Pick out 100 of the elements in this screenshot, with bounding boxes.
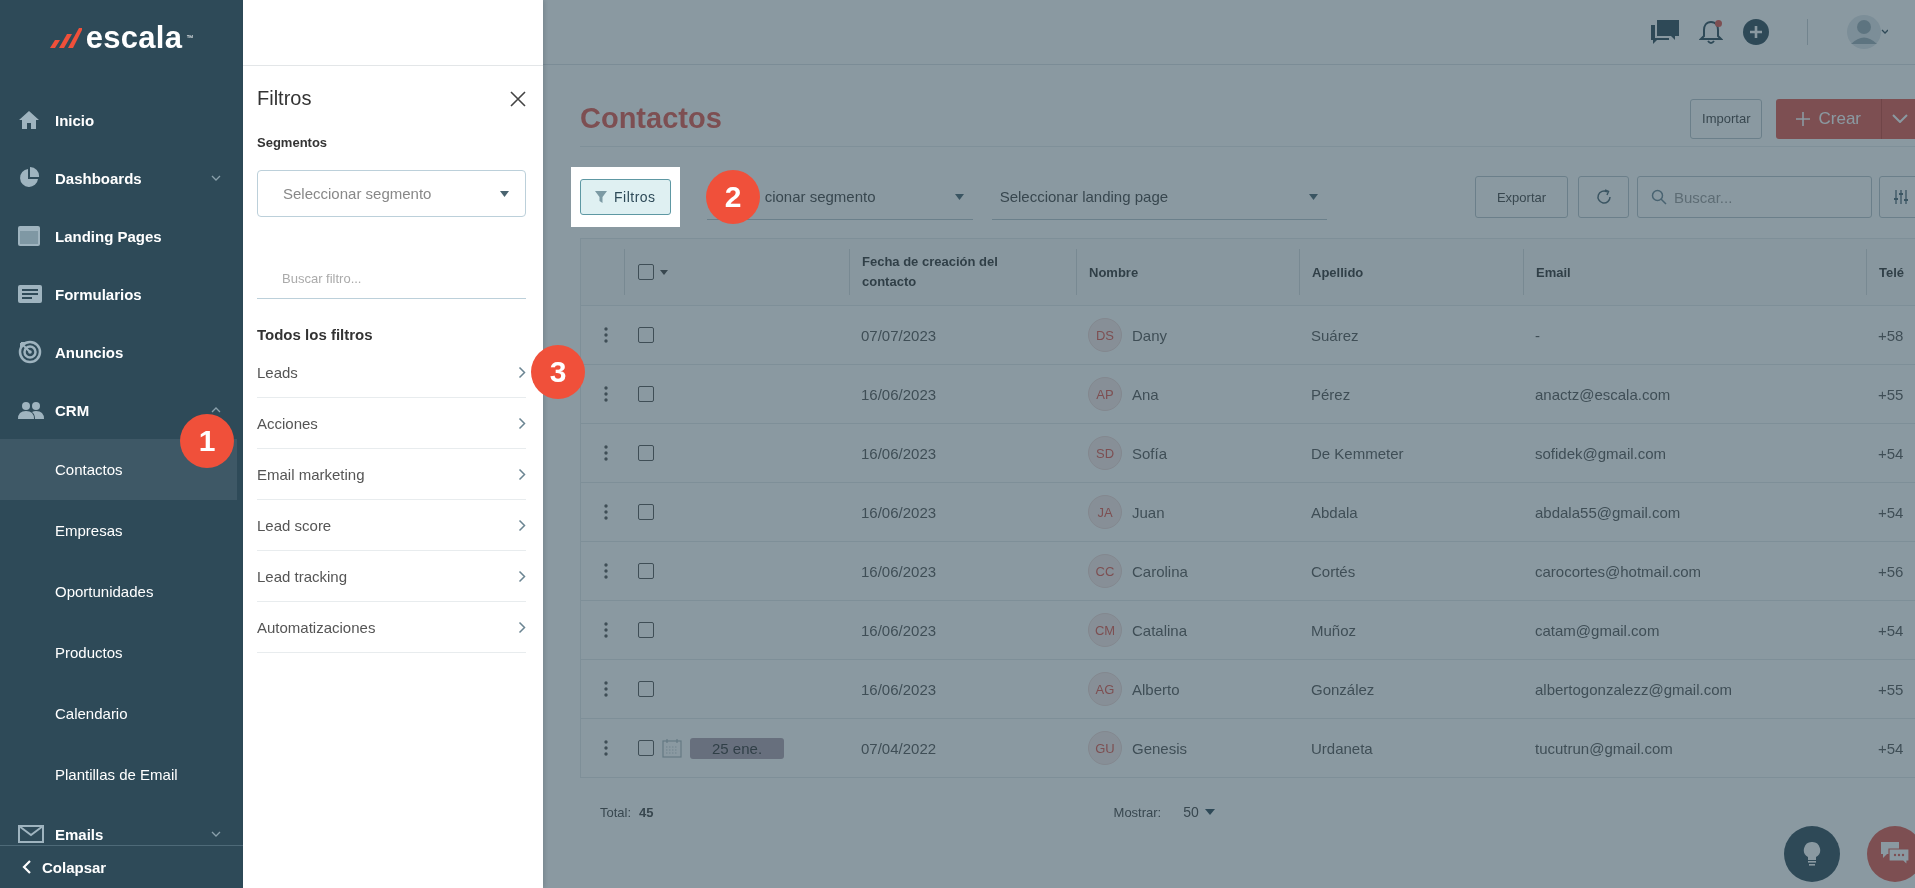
filter-category[interactable]: Lead score (257, 500, 526, 551)
bell-icon[interactable] (1699, 19, 1723, 45)
caret-down-icon (1204, 809, 1215, 815)
target-icon (18, 340, 42, 364)
lightbulb-icon (1803, 842, 1821, 866)
chat-icon[interactable] (1651, 20, 1679, 44)
more-options-icon[interactable] (604, 622, 608, 638)
table-cell: catam@gmail.com (1535, 621, 1660, 639)
row-checkbox[interactable] (638, 445, 654, 461)
caret-down-icon (211, 831, 221, 837)
table-cell: Genesis (1132, 739, 1188, 757)
table-cell: Suárez (1311, 326, 1359, 344)
nav-subitem[interactable]: Contactos (55, 461, 123, 478)
table-cell: 16/06/2023 (861, 621, 937, 639)
table-cell: +54 (1878, 503, 1904, 521)
table-cell: Cortés (1311, 562, 1356, 580)
add-icon[interactable] (1743, 19, 1769, 45)
people-icon (18, 401, 44, 419)
close-icon[interactable] (510, 90, 526, 107)
chevron-right-icon (518, 467, 526, 481)
nav-item[interactable]: Landing Pages (0, 207, 243, 265)
table-cell: 07/07/2023 (861, 326, 937, 344)
table-cell: abdala55@gmail.com (1535, 503, 1681, 521)
more-options-icon[interactable] (604, 504, 608, 520)
row-checkbox[interactable] (638, 386, 654, 402)
initials-avatar: AP (1088, 377, 1122, 411)
column-header[interactable]: Nombre (1089, 264, 1139, 280)
avatar-icon[interactable] (1846, 13, 1888, 51)
row-checkbox[interactable] (638, 681, 654, 697)
total-label: Total: (600, 804, 632, 820)
row-checkbox[interactable] (638, 563, 654, 579)
more-options-icon[interactable] (604, 563, 608, 579)
table-cell: Dany (1132, 326, 1168, 344)
table-cell: albertogonzalezz@gmail.com (1535, 680, 1732, 698)
nav-subitem[interactable]: Empresas (55, 522, 123, 539)
initials-avatar: SD (1088, 436, 1122, 470)
filter-category[interactable]: Acciones (257, 398, 526, 449)
nav-subitem[interactable]: Productos (55, 644, 123, 661)
initials-avatar: CC (1088, 554, 1122, 588)
refresh-button[interactable] (1578, 176, 1629, 218)
table-cell: Urdaneta (1311, 739, 1373, 757)
plus-icon (1796, 111, 1811, 126)
nav-item[interactable]: Dashboards (0, 149, 243, 207)
column-settings-button[interactable] (1879, 176, 1915, 218)
segment-dropdown[interactable]: Seleccionar segmento (257, 170, 526, 217)
column-header[interactable]: Fecha de creación del contacto (862, 252, 1027, 292)
column-header[interactable]: Telé (1879, 264, 1905, 280)
create-menu-button[interactable] (1881, 98, 1915, 139)
refresh-icon (1594, 188, 1613, 206)
table-cell: tucutrun@gmail.com (1535, 739, 1673, 757)
table-cell: +54 (1878, 621, 1904, 639)
filter-category[interactable]: Email marketing (257, 449, 526, 500)
table-cell: Muñoz (1311, 621, 1357, 639)
tips-button[interactable] (1784, 826, 1840, 882)
filter-category[interactable]: Lead tracking (257, 551, 526, 602)
chevron-right-icon (518, 569, 526, 583)
total-count: 45 (639, 804, 654, 820)
row-checkbox[interactable] (638, 740, 654, 756)
nav-item[interactable]: Anuncios (0, 323, 243, 381)
more-options-icon[interactable] (604, 740, 608, 756)
table-cell: Catalina (1132, 621, 1188, 639)
chat-button[interactable] (1867, 826, 1915, 882)
filter-category[interactable]: Automatizaciones (257, 602, 526, 653)
nav-subitem[interactable]: Plantillas de Email (55, 766, 178, 783)
browser-window-icon (18, 226, 40, 246)
row-checkbox[interactable] (638, 327, 654, 343)
more-options-icon[interactable] (604, 681, 608, 697)
row-checkbox[interactable] (638, 504, 654, 520)
more-options-icon[interactable] (604, 445, 608, 461)
table-cell: sofidek@gmail.com (1535, 444, 1667, 462)
nav-subitem[interactable]: Oportunidades (55, 583, 154, 600)
column-header[interactable]: Apellido (1312, 264, 1364, 280)
table-cell: Pérez (1311, 385, 1351, 403)
table-cell: +55 (1878, 385, 1904, 403)
column-header[interactable]: Email (1536, 264, 1571, 280)
page-size-label: Mostrar: (1113, 804, 1162, 820)
table-cell: 07/04/2022 (861, 739, 937, 757)
caret-down-icon (211, 175, 221, 181)
row-checkbox[interactable] (638, 622, 654, 638)
chat-bubbles-icon (1881, 842, 1909, 866)
funnel-icon (595, 191, 607, 203)
more-options-icon[interactable] (604, 386, 608, 402)
filter-button[interactable]: Filtros (580, 179, 671, 215)
form-icon (18, 285, 42, 303)
section-title: Todos los filtros (257, 326, 374, 343)
table-cell: 16/06/2023 (861, 444, 937, 462)
nav-subitem[interactable]: Calendario (55, 705, 128, 722)
home-icon (18, 110, 40, 130)
more-options-icon[interactable] (604, 327, 608, 343)
initials-avatar: GU (1088, 731, 1122, 765)
filter-category[interactable]: Leads (257, 347, 526, 398)
table-cell: - (1535, 326, 1540, 344)
select-all-checkbox[interactable] (638, 264, 654, 280)
table-cell: 16/06/2023 (861, 503, 937, 521)
caret-down-icon (1892, 114, 1908, 123)
nav-item[interactable]: Emails (0, 805, 243, 845)
panel-title: Filtros (257, 87, 312, 110)
nav-item[interactable]: Inicio (0, 91, 243, 149)
nav-item[interactable]: Formularios (0, 265, 243, 323)
table-cell: +55 (1878, 680, 1904, 698)
